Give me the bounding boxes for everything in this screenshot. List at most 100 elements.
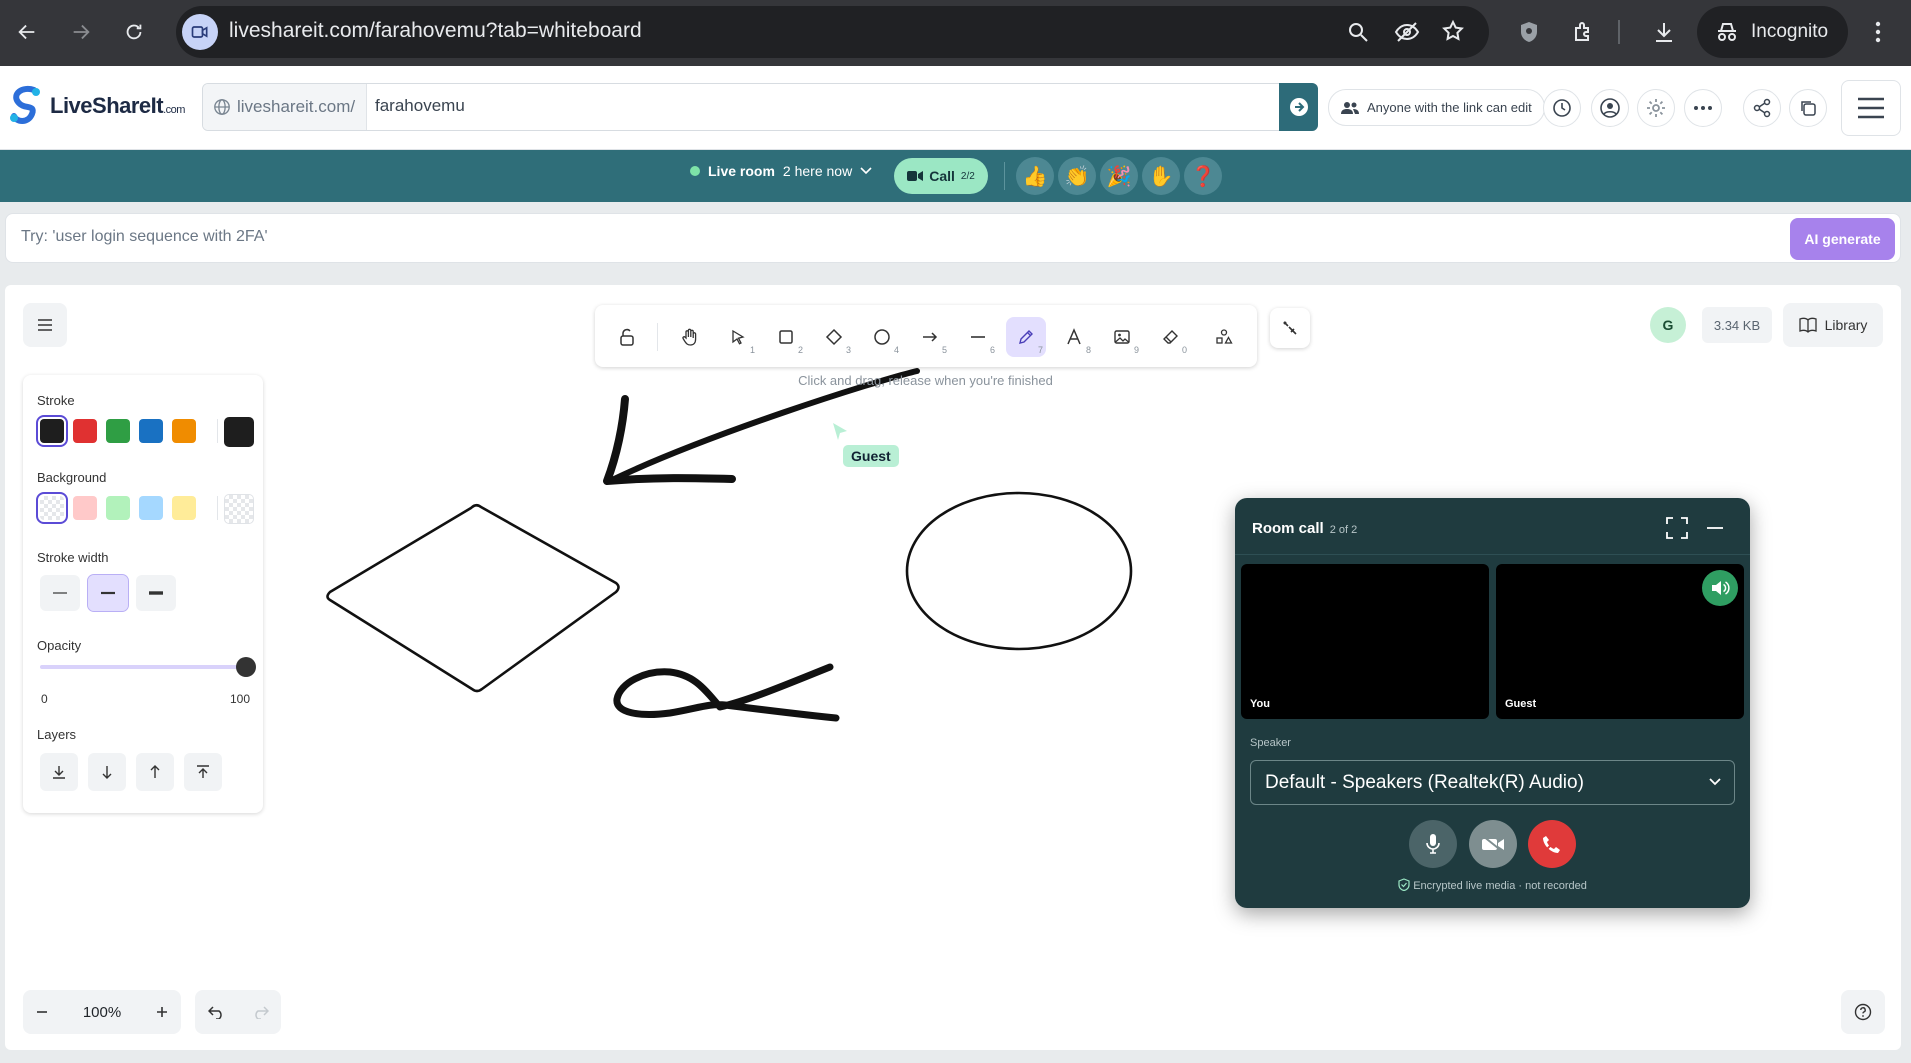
stroke-color-orange[interactable] [172, 419, 196, 443]
ai-prompt-bar: Try: 'user login sequence with 2FA' AI g… [5, 213, 1901, 263]
call-fullscreen-button[interactable] [1665, 516, 1689, 540]
call-header-divider [1235, 554, 1750, 555]
background-transparent[interactable] [36, 492, 68, 524]
menu-lines-icon [38, 319, 52, 331]
tool-lock[interactable] [607, 317, 647, 357]
zoom-search-icon[interactable] [1346, 20, 1370, 44]
collaborator-avatar[interactable]: G [1650, 307, 1686, 343]
send-to-back-button[interactable] [40, 753, 78, 791]
history-button[interactable] [1543, 89, 1581, 127]
stroke-width-bold[interactable] [87, 574, 129, 612]
tool-diamond[interactable]: 3 [814, 317, 854, 357]
stroke-color-black[interactable] [36, 415, 68, 447]
stroke-current-color[interactable] [224, 417, 254, 447]
call-title: Room call [1252, 520, 1324, 537]
address-bar[interactable]: liveshareit.com/farahovemu?tab=whiteboar… [176, 6, 1489, 58]
profile-button[interactable] [1591, 89, 1629, 127]
tool-shapes[interactable] [1204, 317, 1244, 357]
eye-off-icon[interactable] [1394, 20, 1420, 44]
background-yellow[interactable] [172, 496, 196, 520]
app-logo[interactable]: LiveShareIt.com [8, 84, 185, 128]
settings-button[interactable] [1637, 89, 1675, 127]
redo-icon [254, 1006, 269, 1019]
live-room-status[interactable]: Live room 2 here now [690, 163, 872, 179]
call-minimize-button[interactable] [1705, 516, 1725, 540]
bring-to-front-button[interactable] [184, 753, 222, 791]
tool-hand[interactable] [670, 317, 710, 357]
plus-icon [157, 1007, 167, 1017]
undo-button[interactable] [207, 1005, 226, 1019]
reload-button[interactable] [116, 14, 152, 50]
go-room-button[interactable] [1279, 83, 1318, 131]
stroke-color-blue[interactable] [139, 419, 163, 443]
zoom-out-button[interactable] [35, 1005, 49, 1019]
tool-draw[interactable]: 7 [1006, 317, 1046, 357]
reaction-raised-hand[interactable]: ✋ [1142, 157, 1180, 195]
help-button[interactable] [1841, 990, 1885, 1034]
canvas-menu-button[interactable] [23, 303, 67, 347]
share-permission-button[interactable]: Anyone with the link can edit [1328, 89, 1545, 126]
call-button[interactable]: Call 2/2 [894, 158, 988, 194]
background-pink[interactable] [73, 496, 97, 520]
room-url-field[interactable]: liveshareit.com/ farahovemu [202, 83, 1318, 131]
ai-generate-button[interactable]: AI generate [1790, 218, 1895, 260]
room-slug-input[interactable]: farahovemu [375, 96, 465, 116]
reaction-party[interactable]: 🎉 [1100, 157, 1138, 195]
hand-icon [682, 328, 697, 346]
opacity-slider-track[interactable] [40, 665, 246, 669]
tool-line[interactable]: 6 [958, 317, 998, 357]
stroke-width-extra-bold[interactable] [136, 575, 176, 611]
more-options-button[interactable] [1684, 89, 1722, 127]
end-call-button[interactable] [1528, 820, 1576, 868]
stroke-color-red[interactable] [73, 419, 97, 443]
tool-arrow[interactable]: 5 [910, 317, 950, 357]
ai-prompt-input[interactable]: Try: 'user login sequence with 2FA' [21, 228, 268, 246]
reaction-clap[interactable]: 👏 [1058, 157, 1096, 195]
drawing-toolbar: 1 2 3 4 5 6 7 8 9 0 [595, 305, 1257, 367]
background-blue[interactable] [139, 496, 163, 520]
bookmark-star-icon[interactable] [1441, 19, 1465, 43]
downloads-button[interactable] [1646, 14, 1682, 50]
incognito-indicator[interactable]: Incognito [1697, 6, 1848, 58]
video-tile-you[interactable]: You [1241, 564, 1489, 719]
tool-image[interactable]: 9 [1102, 317, 1142, 357]
opacity-slider-thumb[interactable] [236, 657, 256, 677]
tool-eraser[interactable]: 0 [1150, 317, 1190, 357]
gear-icon [1647, 99, 1665, 117]
extension-shield-button[interactable] [1511, 14, 1547, 50]
reaction-thumbs-up[interactable]: 👍 [1016, 157, 1054, 195]
redo-button[interactable] [251, 1005, 269, 1019]
tool-ellipse[interactable]: 4 [862, 317, 902, 357]
reaction-question[interactable]: ❓ [1184, 157, 1222, 195]
speaker-select[interactable]: Default - Speakers (Realtek(R) Audio) [1250, 760, 1735, 805]
laser-tool-button[interactable] [1270, 308, 1310, 348]
mute-mic-button[interactable] [1409, 820, 1457, 868]
share-button[interactable] [1743, 89, 1781, 127]
bring-forward-button[interactable] [136, 753, 174, 791]
library-button[interactable]: Library [1783, 303, 1883, 347]
site-info-icon[interactable] [182, 14, 218, 50]
tool-rectangle[interactable]: 2 [766, 317, 806, 357]
users-icon [1341, 101, 1359, 114]
tool-key: 1 [749, 345, 755, 355]
stroke-width-thin[interactable] [40, 575, 80, 611]
background-green[interactable] [106, 496, 130, 520]
browser-menu-button[interactable] [1860, 14, 1896, 50]
tool-text[interactable]: 8 [1054, 317, 1094, 357]
video-tile-guest[interactable]: Guest [1496, 564, 1744, 719]
background-label: Background [37, 470, 107, 485]
back-button[interactable] [9, 14, 45, 50]
toggle-camera-button[interactable] [1469, 820, 1517, 868]
forward-button[interactable] [63, 14, 99, 50]
background-current-color[interactable] [224, 494, 254, 524]
duplicate-button[interactable] [1789, 89, 1827, 127]
extensions-button[interactable] [1566, 14, 1602, 50]
guest-cursor-label: Guest [843, 445, 899, 467]
send-backward-button[interactable] [88, 753, 126, 791]
send-to-back-icon [53, 766, 65, 779]
zoom-level[interactable]: 100% [83, 1004, 121, 1021]
tool-select[interactable]: 1 [718, 317, 758, 357]
zoom-in-button[interactable] [155, 1005, 169, 1019]
stroke-color-green[interactable] [106, 419, 130, 443]
app-menu-button[interactable] [1841, 80, 1901, 136]
